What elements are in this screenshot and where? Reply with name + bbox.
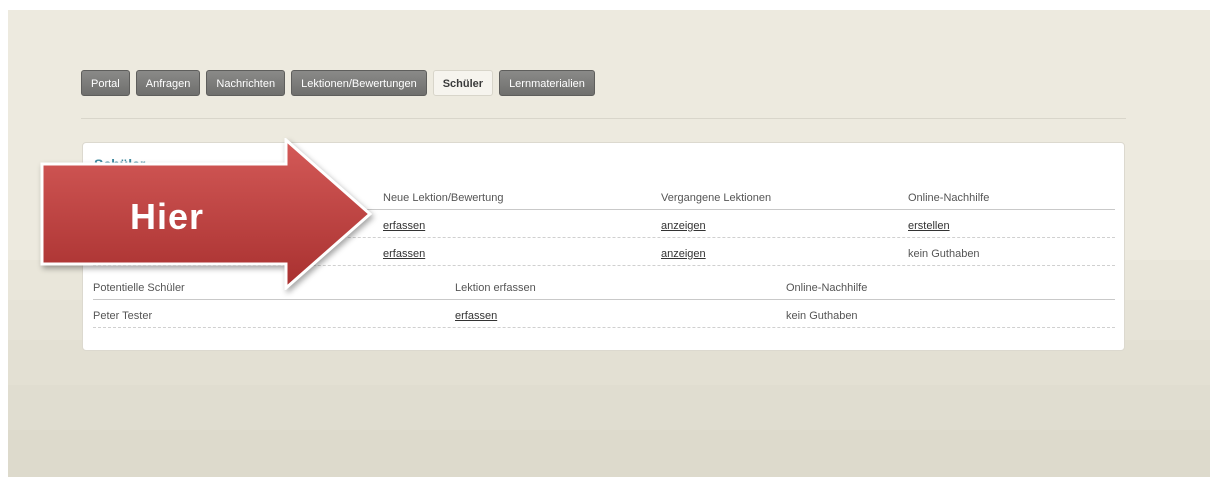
table-row: Peter Tester erfassen kein Guthaben <box>93 305 1115 328</box>
arrow-shape-icon <box>40 138 373 290</box>
callout-arrow: Hier <box>40 138 380 290</box>
column-header-record-lesson: Lektion erfassen <box>455 282 536 294</box>
online-tutoring-status: kein Guthaben <box>786 310 858 322</box>
past-lessons-link[interactable]: anzeigen <box>661 248 706 260</box>
tab-nachrichten[interactable]: Nachrichten <box>206 70 286 96</box>
column-header-online-tutoring: Online-Nachhilfe <box>786 282 868 294</box>
tab-schueler[interactable]: Schüler <box>432 70 494 96</box>
new-lesson-link[interactable]: erfassen <box>383 248 425 260</box>
past-lessons-link[interactable]: anzeigen <box>661 220 706 232</box>
callout-label: Hier <box>130 196 205 237</box>
tab-anfragen[interactable]: Anfragen <box>135 70 201 96</box>
column-header-new-lesson: Neue Lektion/Bewertung <box>383 192 504 204</box>
column-header-past-lessons: Vergangene Lektionen <box>661 192 772 204</box>
online-tutoring-create-link[interactable]: erstellen <box>908 220 950 232</box>
main-nav-tabs: Portal Anfragen Nachrichten Lektionen/Be… <box>81 70 601 96</box>
record-lesson-link[interactable]: erfassen <box>455 310 497 322</box>
tab-lernmaterialien[interactable]: Lernmaterialien <box>499 70 595 96</box>
tab-lektionen-bewertungen[interactable]: Lektionen/Bewertungen <box>291 70 427 96</box>
column-header-online-tutoring: Online-Nachhilfe <box>908 192 990 204</box>
student-name: Peter Tester <box>93 310 153 322</box>
new-lesson-link[interactable]: erfassen <box>383 220 425 232</box>
tab-divider <box>81 118 1126 119</box>
tab-portal[interactable]: Portal <box>81 70 130 96</box>
online-tutoring-status: kein Guthaben <box>908 248 980 260</box>
